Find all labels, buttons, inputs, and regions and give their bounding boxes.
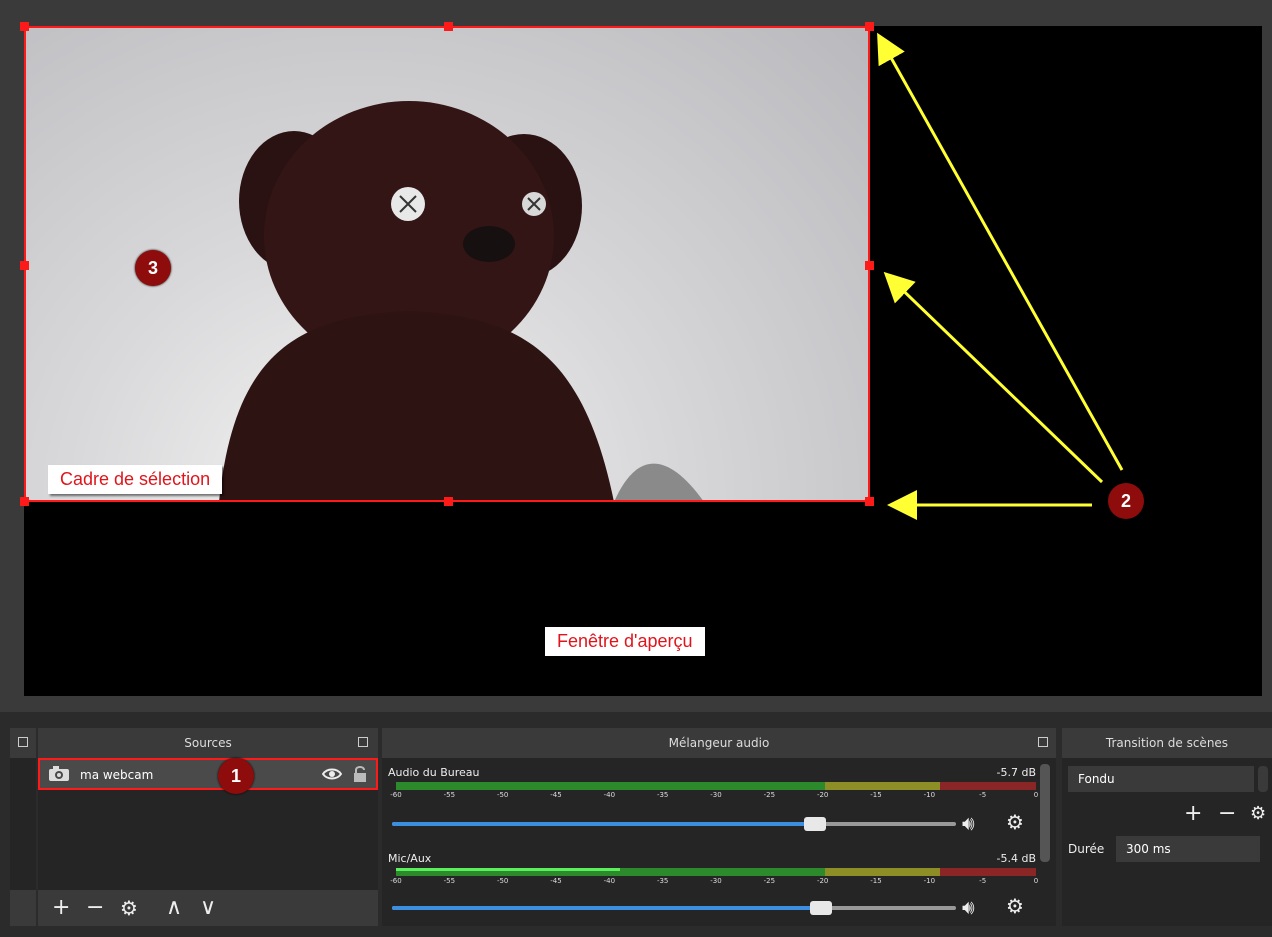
selection-frame-label: Cadre de sélection xyxy=(48,465,223,494)
remove-source-button[interactable]: − xyxy=(86,894,104,922)
meter-tick-label: -35 xyxy=(656,791,669,799)
volume-slider[interactable] xyxy=(392,901,956,915)
mixer-track-desktop-audio: Audio du Bureau -5.7 dB -60 -55 -50 -45 -40-… xyxy=(386,766,1039,846)
scene-transitions-title: Transition de scènes xyxy=(1062,728,1272,758)
mixer-track-db: -5.7 dB xyxy=(996,766,1037,779)
meter-tick-label: 0 xyxy=(1033,791,1039,799)
resize-handle-top-left[interactable] xyxy=(20,22,29,31)
speaker-icon[interactable]: 🔊︎ xyxy=(962,811,975,835)
meter-tick-label: -40 xyxy=(603,877,616,885)
callout-2: 2 xyxy=(1108,483,1144,519)
resize-handle-bottom-left[interactable] xyxy=(20,497,29,506)
transition-settings-gear-icon[interactable]: ⚙ xyxy=(1250,800,1266,828)
meter-tick-label: -30 xyxy=(710,877,722,885)
scenes-dock xyxy=(10,728,36,926)
remove-transition-button[interactable]: − xyxy=(1218,800,1236,828)
meter-tick-label: -25 xyxy=(763,877,776,885)
sources-dock-title: Sources xyxy=(38,728,378,758)
meter-tick-label: -50 xyxy=(496,791,509,799)
gear-icon[interactable]: ⚙ xyxy=(1006,810,1024,834)
float-dock-icon[interactable] xyxy=(358,737,368,747)
mixer-scrollbar[interactable] xyxy=(1040,764,1050,862)
resize-handle-left[interactable] xyxy=(20,261,29,270)
volume-slider-handle[interactable] xyxy=(809,901,832,915)
volume-slider-handle[interactable] xyxy=(804,817,826,831)
volume-meter xyxy=(396,782,1036,790)
volume-slider-fill xyxy=(392,906,821,910)
move-source-down-button[interactable]: ∨ xyxy=(200,894,216,922)
float-dock-icon[interactable] xyxy=(1038,737,1048,747)
audio-mixer-dock: Mélangeur audio Audio du Bureau -5.7 dB … xyxy=(382,728,1056,926)
meter-tick-label: -45 xyxy=(550,877,562,885)
resize-handle-top-right[interactable] xyxy=(865,22,874,31)
meter-tick-label: -15 xyxy=(870,877,882,885)
meter-tick-label: -30 xyxy=(710,791,722,799)
volume-slider-fill xyxy=(392,822,815,826)
resize-handle-right[interactable] xyxy=(865,261,874,270)
meter-ticks: -60 -55 -50 -45 -40 -35 -30 -25 -20 -15 -10 -5 0 xyxy=(390,791,1039,801)
scenes-toolbar xyxy=(10,890,36,926)
scene-transitions-dock: Transition de scènes Fondu + − ⚙ Durée 3… xyxy=(1062,728,1272,926)
callout-1: 1 xyxy=(218,758,254,794)
add-transition-button[interactable]: + xyxy=(1184,800,1202,828)
duration-label: Durée xyxy=(1068,842,1105,856)
gear-icon[interactable]: ⚙ xyxy=(1006,894,1024,918)
source-item-label: ma webcam xyxy=(80,768,154,782)
meter-level xyxy=(396,868,620,871)
mixer-track-name: Mic/Aux xyxy=(388,852,432,865)
mixer-track-mic-aux: Mic/Aux -5.4 dB -60 -55 -50 -45 -40 -35 -30 -25… xyxy=(386,852,1039,922)
meter-tick-label: -55 xyxy=(443,877,456,885)
meter-tick-label: -60 xyxy=(390,791,402,799)
volume-meter xyxy=(396,868,1036,876)
meter-tick-label: -55 xyxy=(443,791,456,799)
meter-tick-label: -10 xyxy=(923,791,936,799)
duration-input[interactable]: 300 ms xyxy=(1116,836,1260,862)
transition-select-arrows[interactable] xyxy=(1258,766,1268,792)
preview-window-label: Fenêtre d'aperçu xyxy=(545,627,705,656)
resize-handle-bottom[interactable] xyxy=(444,497,453,506)
sources-toolbar: + − ⚙ ∧ ∨ xyxy=(38,890,378,926)
meter-tick-label: -10 xyxy=(923,877,936,885)
meter-tick-label: -20 xyxy=(816,791,829,799)
speaker-icon[interactable]: 🔊︎ xyxy=(962,895,975,919)
meter-tick-label: -45 xyxy=(550,791,562,799)
meter-tick-label: -60 xyxy=(390,877,402,885)
mixer-track-db: -5.4 dB xyxy=(996,852,1037,865)
move-source-up-button[interactable]: ∧ xyxy=(166,894,182,922)
meter-tick-label: -15 xyxy=(870,791,882,799)
lock-open-icon[interactable] xyxy=(352,765,368,783)
mixer-track-name: Audio du Bureau xyxy=(388,766,480,779)
meter-tick-label: -50 xyxy=(496,877,509,885)
eye-icon[interactable] xyxy=(322,767,342,781)
meter-tick-label: -25 xyxy=(763,791,776,799)
resize-handle-top[interactable] xyxy=(444,22,453,31)
meter-tick-label: -5 xyxy=(979,877,987,885)
meter-tick-label: -35 xyxy=(656,877,669,885)
volume-slider[interactable] xyxy=(392,817,956,831)
meter-tick-label: -20 xyxy=(816,877,829,885)
meter-ticks: -60 -55 -50 -45 -40 -35 -30 -25 -20 -15 -10 -5 0 xyxy=(390,877,1039,887)
source-settings-button[interactable]: ⚙ xyxy=(120,894,138,922)
sources-dock: Sources ma webcam 1 + − ⚙ ∧ ∨ xyxy=(38,728,378,926)
meter-tick-label: -40 xyxy=(603,791,616,799)
meter-tick-label: 0 xyxy=(1033,877,1039,885)
camera-icon xyxy=(49,766,69,781)
add-source-button[interactable]: + xyxy=(52,894,70,922)
source-item-webcam[interactable]: ma webcam xyxy=(38,758,378,790)
audio-mixer-title: Mélangeur audio xyxy=(382,728,1056,758)
resize-handle-bottom-right[interactable] xyxy=(865,497,874,506)
meter-tick-label: -5 xyxy=(979,791,987,799)
transition-select[interactable]: Fondu xyxy=(1068,766,1254,792)
callout-3: 3 xyxy=(135,250,171,286)
float-dock-icon[interactable] xyxy=(18,737,28,747)
